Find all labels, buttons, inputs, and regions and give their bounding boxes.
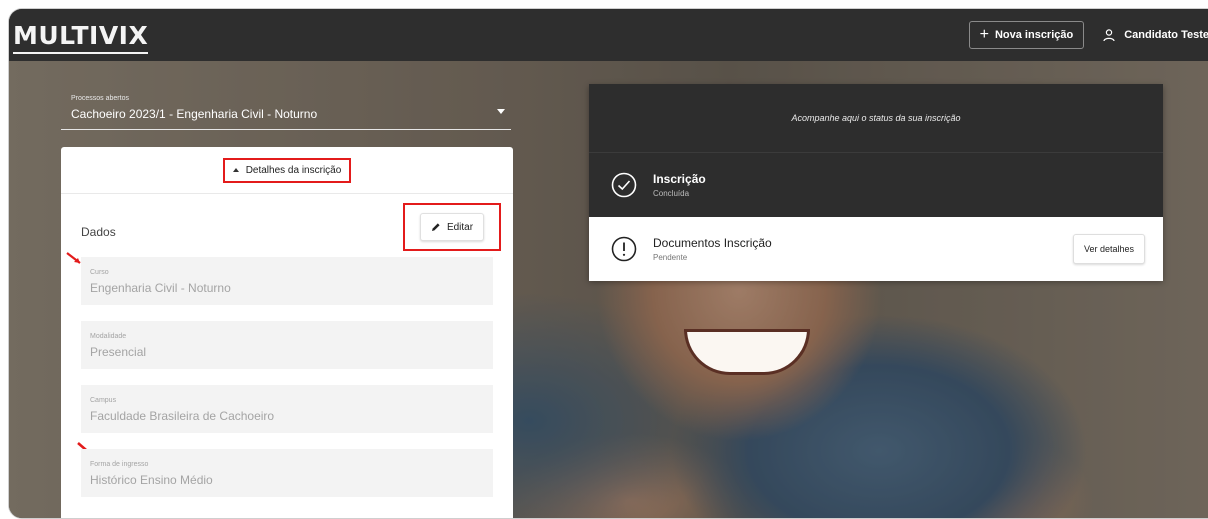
exclamation-circle-icon [611,236,637,262]
field-entry-form: Forma de ingresso Histórico Ensino Médio [81,449,493,497]
new-inscription-label: Nova inscrição [994,29,1074,41]
card-header: Detalhes da inscrição [61,147,513,194]
status-item-title: Inscrição [653,172,706,186]
inscription-details-card: Detalhes da inscrição Dados Editar Curso… [61,147,513,518]
section-title: Dados [81,225,116,239]
field-value: Presencial [90,345,147,359]
status-item-state: Pendente [653,253,688,262]
top-actions: + Nova inscrição Candidato Teste [968,9,1208,61]
new-inscription-button[interactable]: + Nova inscrição [968,21,1085,49]
details-toggle-button[interactable]: Detalhes da inscrição [222,157,352,183]
view-details-button[interactable]: Ver detalhes [1072,234,1145,264]
status-item-state: Concluída [653,189,690,198]
caret-up-icon [232,168,239,172]
status-heading: Acompanhe aqui o status da sua inscrição [589,84,1163,152]
field-course: Curso Engenharia Civil - Noturno [81,257,493,305]
status-item-text: Inscrição Concluída [653,172,706,198]
field-value: Histórico Ensino Médio [90,473,213,487]
field-value: Engenharia Civil - Noturno [90,281,231,295]
status-item-inscription: Inscrição Concluída [589,152,1163,217]
plus-icon: + [979,26,989,43]
field-label: Campus [90,397,117,404]
edit-highlight-box: Editar [403,203,501,251]
edit-button[interactable]: Editar [419,213,485,241]
field-modality: Modalidade Presencial [81,321,493,369]
pencil-icon [431,223,440,231]
section-header: Dados Editar [81,203,501,251]
user-icon [1103,29,1115,42]
status-item-title: Documentos Inscrição [653,236,772,250]
edit-label: Editar [446,221,474,233]
process-select-value: Cachoeiro 2023/1 - Engenharia Civil - No… [71,107,318,121]
field-label: Curso [90,269,109,276]
status-item-text: Documentos Inscrição Pendente [653,236,772,262]
user-name: Candidato Teste [1124,29,1208,41]
app-window: MULTIVIX + Nova inscrição Candidato Test… [8,8,1208,519]
status-item-documents: Documentos Inscrição Pendente Ver detalh… [589,217,1163,281]
check-circle-icon [611,172,637,198]
user-menu[interactable]: Candidato Teste [1102,28,1208,42]
details-toggle-label: Detalhes da inscrição [245,164,342,176]
field-campus: Campus Faculdade Brasileira de Cachoeiro [81,385,493,433]
field-value: Faculdade Brasileira de Cachoeiro [90,409,275,423]
status-panel: Acompanhe aqui o status da sua inscrição… [589,84,1163,281]
process-select-label: Processos abertos [71,95,129,102]
top-bar: MULTIVIX + Nova inscrição Candidato Test… [9,9,1208,61]
process-select[interactable]: Processos abertos Cachoeiro 2023/1 - Eng… [61,87,511,130]
caret-down-icon [497,109,505,114]
field-label: Forma de ingresso [90,461,149,468]
logo[interactable]: MULTIVIX [13,21,149,54]
field-label: Modalidade [90,333,127,340]
